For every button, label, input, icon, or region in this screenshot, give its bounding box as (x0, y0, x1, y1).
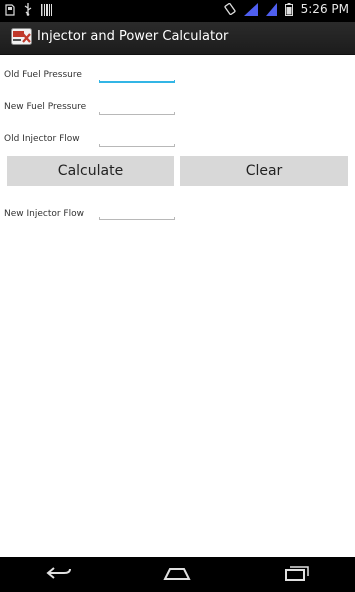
app-logo-icon (11, 28, 32, 45)
old-injector-flow-label: Old Injector Flow rate (4, 134, 80, 144)
calculate-button[interactable]: Calculate (7, 156, 174, 186)
sim-icon (265, 2, 277, 16)
status-time: 5:26 PM (300, 2, 349, 16)
status-bar: 5:26 PM (0, 0, 355, 22)
new-injector-flow-input[interactable] (99, 202, 174, 218)
old-fuel-pressure-underline (99, 80, 175, 83)
sd-card-icon (5, 3, 15, 16)
rotate-icon (224, 3, 236, 15)
new-injector-flow-underline (99, 217, 175, 220)
clear-button[interactable]: Clear (180, 156, 348, 186)
battery-icon (284, 2, 293, 16)
signal-icon (243, 2, 258, 16)
new-fuel-pressure-underline (99, 112, 175, 115)
old-fuel-pressure-label: Old Fuel Pressure (4, 70, 82, 80)
app-title: Injector and Power Calculator (37, 29, 229, 44)
barcode-icon (41, 3, 52, 16)
recent-apps-icon[interactable] (284, 565, 310, 585)
old-injector-flow-underline (99, 144, 175, 147)
new-fuel-pressure-label: New Fuel Pressure (4, 102, 87, 112)
old-fuel-pressure-input[interactable] (99, 65, 174, 81)
home-icon[interactable] (163, 565, 191, 585)
new-fuel-pressure-input[interactable] (99, 97, 174, 113)
usb-icon (23, 3, 33, 16)
old-injector-flow-input[interactable] (99, 129, 174, 145)
back-icon[interactable] (46, 565, 72, 585)
new-injector-flow-label: New Injector Flow rate (4, 209, 84, 219)
action-bar: Injector and Power Calculator (0, 22, 355, 55)
navigation-bar (0, 557, 355, 592)
